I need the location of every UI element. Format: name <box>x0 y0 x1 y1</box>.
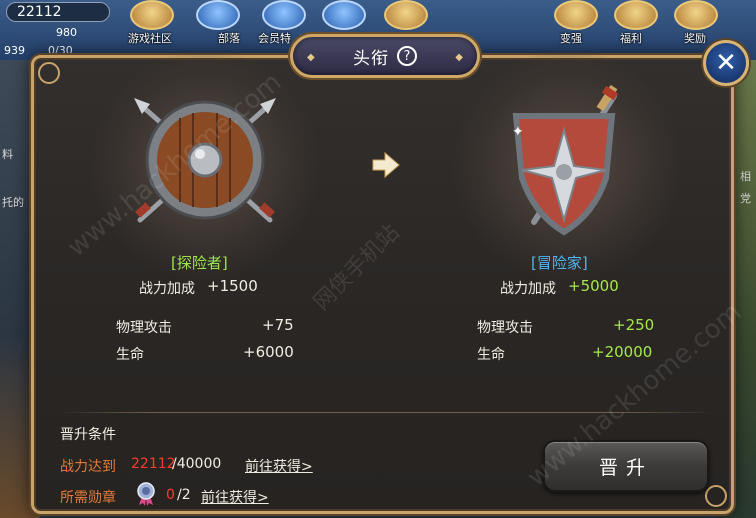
close-button[interactable]: ✕ <box>703 40 749 86</box>
kite-shield-emblem-icon: ✦ <box>512 84 619 236</box>
medal-required-value: /2 <box>177 487 191 503</box>
side-text: 托的 <box>2 196 24 209</box>
side-text: 料 <box>2 148 13 161</box>
dialog-title: 头衔 <box>353 48 389 69</box>
promote-button-label: 晋升 <box>598 456 653 479</box>
top-menu-label: 部落 <box>218 32 240 45</box>
next-stat-label: 物理攻击 <box>477 320 533 336</box>
current-stat-label: 物理攻击 <box>116 320 172 336</box>
current-rank-name: [探险者] <box>171 254 228 272</box>
frame-ornament <box>705 485 727 507</box>
side-text: 相 <box>740 170 751 183</box>
next-power-bonus-label: 战力加成 <box>500 281 556 297</box>
current-stat-value: +75 <box>262 316 294 334</box>
current-power-bonus-value: +1500 <box>207 277 258 295</box>
top-menu-label: 变强 <box>560 32 582 45</box>
strengthen-icon[interactable] <box>554 0 598 30</box>
current-stat-label: 生命 <box>116 347 144 363</box>
next-stat-label: 生命 <box>477 347 505 363</box>
top-menu-label: 奖励 <box>684 32 706 45</box>
chat-icon[interactable] <box>322 0 366 30</box>
vip-icon[interactable] <box>262 0 306 30</box>
event-icon[interactable] <box>384 0 428 30</box>
promote-button[interactable]: 晋升 <box>543 440 709 492</box>
next-rank-name: [冒险家] <box>531 254 588 272</box>
help-icon[interactable]: ? <box>397 46 417 66</box>
next-stat-value: +250 <box>613 316 655 334</box>
arrow-right-icon <box>372 151 400 179</box>
next-power-bonus-value: +5000 <box>568 277 619 295</box>
side-text: 党 <box>740 192 751 205</box>
next-stat-value: +20000 <box>592 343 653 361</box>
welfare-icon[interactable] <box>614 0 658 30</box>
current-stat-value: +6000 <box>243 343 294 361</box>
close-icon: ✕ <box>715 48 737 78</box>
current-power-bonus-label: 战力加成 <box>139 281 195 297</box>
hud-stat: 939 <box>4 44 25 57</box>
tribe-icon[interactable] <box>196 0 240 30</box>
dialog-title-plate: ◆ 头衔 ? ◆ <box>290 34 480 78</box>
power-acquire-link[interactable]: 前往获得> <box>245 456 313 476</box>
community-icon[interactable] <box>130 0 174 30</box>
reward-icon[interactable] <box>674 0 718 30</box>
diamond-icon: ◆ <box>455 52 463 63</box>
medal-requirement-label: 所需勋章 <box>60 490 116 506</box>
medal-current-value: 0 <box>166 487 175 503</box>
section-divider <box>56 412 716 413</box>
power-requirement-label: 战力达到 <box>60 459 116 475</box>
top-menu-label: 会员特 <box>258 32 291 45</box>
svg-text:✦: ✦ <box>512 124 524 140</box>
medal-acquire-link[interactable]: 前往获得> <box>201 487 269 507</box>
currency-value: 22112 <box>17 4 62 20</box>
diamond-icon: ◆ <box>307 52 315 63</box>
medal-icon <box>137 482 155 506</box>
top-menu-label: 福利 <box>620 32 642 45</box>
power-required-value: /40000 <box>172 456 222 472</box>
frame-ornament <box>38 62 60 84</box>
hud-stat: 980 <box>56 26 77 39</box>
power-current-value: 22112 <box>131 456 176 472</box>
currency-counter: 22112 <box>6 2 110 22</box>
round-shield-emblem-icon <box>134 98 276 223</box>
top-menu-label: 游戏社区 <box>128 32 172 45</box>
requirements-title: 晋升条件 <box>60 427 116 443</box>
